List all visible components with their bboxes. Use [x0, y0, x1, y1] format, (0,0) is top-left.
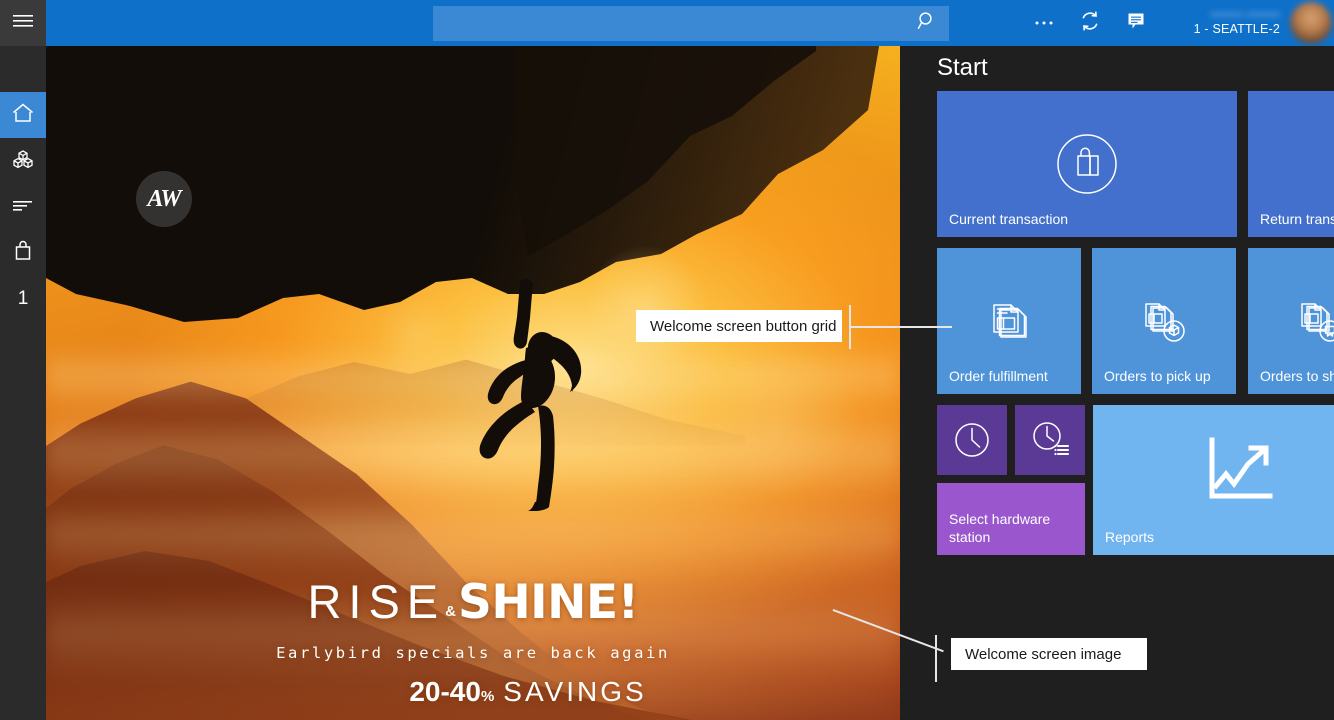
- home-icon: [11, 102, 35, 129]
- avatar: [1290, 2, 1332, 44]
- promotion-discount: 20-40: [409, 676, 481, 708]
- clock-list-icon: [1015, 405, 1085, 475]
- messages-button[interactable]: [1113, 0, 1159, 46]
- home-button[interactable]: [0, 92, 46, 138]
- promotion-headline-bold: SHINE!: [458, 575, 639, 630]
- lines-icon: [12, 197, 34, 218]
- tile-select-hardware-station[interactable]: Select hardware station: [937, 483, 1085, 555]
- cubes-icon: [11, 148, 35, 175]
- document-stack-icon: [937, 248, 1081, 394]
- document-ship-icon: [1248, 248, 1334, 394]
- pos-welcome-screen: 1: [0, 0, 1334, 720]
- tile-label: Orders to ship: [1260, 368, 1334, 386]
- search-icon: [916, 10, 938, 37]
- promotion-headline-ampersand: &: [445, 603, 456, 620]
- top-bar-actions: [1021, 0, 1159, 46]
- callout-2-tick: [935, 635, 937, 682]
- shopping-bag-return-icon: [1248, 91, 1334, 237]
- tile-current-transaction[interactable]: Current transaction: [937, 91, 1237, 237]
- tile-time-registration[interactable]: [1015, 405, 1085, 475]
- tile-show-journal[interactable]: [937, 405, 1007, 475]
- user-account-button[interactable]: •••••••• •••••••• 1 - SEATTLE-2: [1186, 0, 1334, 46]
- cloud-band: [46, 501, 900, 571]
- products-button[interactable]: [0, 138, 46, 184]
- tile-order-fulfillment[interactable]: Order fulfillment: [937, 248, 1081, 394]
- promotion-percent-symbol: %: [481, 688, 494, 705]
- tile-label: Orders to pick up: [1104, 368, 1228, 386]
- user-info: •••••••• •••••••• 1 - SEATTLE-2: [1186, 9, 1290, 36]
- chart-growth-icon: [1093, 405, 1334, 555]
- tile-orders-to-pick-up[interactable]: Orders to pick up: [1092, 248, 1236, 394]
- welcome-screen-image[interactable]: AW RISE & SHINE! Earlybird specials are …: [46, 46, 900, 720]
- store-logo-text: AW: [147, 186, 180, 213]
- more-options-button[interactable]: [1021, 0, 1067, 46]
- promotion-headline-light: RISE: [307, 574, 445, 629]
- promotion-savings: 20-40 % SAVINGS: [46, 676, 900, 708]
- tile-label: Current transaction: [949, 211, 1229, 229]
- tile-return-transaction[interactable]: Return transaction: [1248, 91, 1334, 237]
- cart-button[interactable]: [0, 230, 46, 276]
- search-input[interactable]: [433, 6, 905, 41]
- rail-counter[interactable]: 1: [0, 276, 46, 322]
- climber-silhouette: [456, 276, 626, 511]
- store-logo: AW: [136, 171, 192, 227]
- ellipsis-icon: [1033, 14, 1055, 32]
- hamburger-icon: [12, 13, 34, 34]
- clock-icon: [937, 405, 1007, 475]
- left-navigation-rail: 1: [0, 0, 46, 720]
- lens-flare: [376, 296, 456, 376]
- callout-label: Welcome screen button grid: [650, 318, 836, 335]
- promotion-headline: RISE & SHINE!: [46, 574, 900, 630]
- tile-label: Select hardware station: [949, 511, 1077, 547]
- start-panel: Start Current transaction Return transac…: [900, 46, 1334, 720]
- refresh-icon: [1078, 9, 1102, 38]
- sync-button[interactable]: [1067, 0, 1113, 46]
- user-store: 1 - SEATTLE-2: [1186, 22, 1280, 36]
- promotion-text: RISE & SHINE! Earlybird specials are bac…: [46, 574, 900, 708]
- document-package-icon: [1092, 248, 1236, 394]
- tile-reports[interactable]: Reports: [1093, 405, 1334, 555]
- tile-label: Reports: [1105, 529, 1334, 547]
- lens-flare: [706, 346, 856, 496]
- top-bar: •••••••• •••••••• 1 - SEATTLE-2: [46, 0, 1334, 46]
- callout-welcome-screen-image: Welcome screen image: [951, 638, 1147, 670]
- page-title: Start: [937, 54, 988, 82]
- shopping-bag-circle-icon: [937, 91, 1237, 237]
- search-button[interactable]: [905, 6, 949, 41]
- shopping-bag-icon: [12, 240, 34, 267]
- promotion-subline: Earlybird specials are back again: [46, 644, 900, 662]
- promotion-savings-word: SAVINGS: [503, 676, 646, 708]
- callout-label: Welcome screen image: [965, 646, 1121, 663]
- message-icon: [1125, 10, 1147, 37]
- menu-button[interactable]: [0, 0, 46, 46]
- tile-label: Return transaction: [1260, 211, 1334, 229]
- list-button[interactable]: [0, 184, 46, 230]
- callout-welcome-screen-button-grid: Welcome screen button grid: [636, 310, 842, 342]
- tile-label: Order fulfillment: [949, 368, 1073, 386]
- search-box[interactable]: [433, 6, 949, 41]
- tile-orders-to-ship[interactable]: Orders to ship: [1248, 248, 1334, 394]
- callout-1-leader: [849, 326, 952, 328]
- user-name: •••••••• ••••••••: [1186, 9, 1280, 22]
